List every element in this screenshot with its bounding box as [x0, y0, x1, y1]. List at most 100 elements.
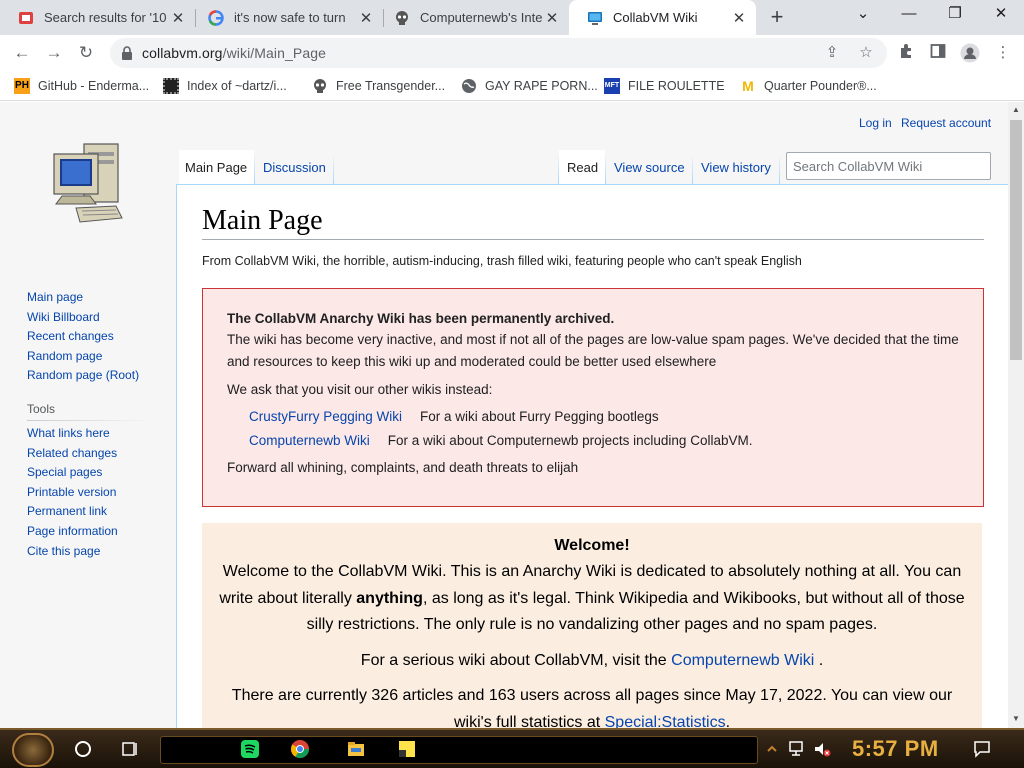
bookmark-label: FILE ROULETTE: [628, 79, 725, 93]
welcome-title: Welcome!: [554, 537, 630, 554]
extensions-icon[interactable]: [896, 43, 916, 63]
tray-overflow-icon[interactable]: [766, 739, 778, 759]
browser-tab[interactable]: Computernewb's Inte ✕: [376, 0, 569, 35]
crustyfurry-wiki-link[interactable]: CrustyFurry Pegging Wiki: [249, 405, 402, 429]
bookmark-item[interactable]: Index of ~dartz/i...: [163, 77, 287, 95]
forward-button[interactable]: →: [43, 42, 65, 64]
sidebar-item-related-changes[interactable]: Related changes: [27, 444, 118, 464]
tab-separator: [779, 154, 780, 184]
share-icon[interactable]: ⇪: [822, 43, 842, 63]
browser-tab[interactable]: it's now safe to turn ✕: [190, 0, 383, 35]
reload-button[interactable]: ↻: [75, 42, 97, 64]
wiki-logo-computer-icon[interactable]: [50, 140, 125, 228]
bookmark-item[interactable]: Free Transgender...: [312, 77, 445, 95]
page-title: Main Page: [202, 205, 984, 240]
computernewb-wiki-link[interactable]: Computernewb Wiki: [671, 652, 814, 669]
welcome-bold-text: anything: [356, 589, 423, 607]
link-description: For a wiki about Computernewb projects i…: [387, 433, 753, 448]
sidebar-item-main-page[interactable]: Main page: [27, 288, 139, 308]
menu-kebab-icon[interactable]: ⋮: [993, 43, 1013, 63]
network-icon[interactable]: [788, 739, 808, 759]
gallery-icon: [19, 11, 33, 24]
tab-title: CollabVM Wiki: [613, 10, 698, 25]
new-tab-button[interactable]: +: [766, 5, 788, 29]
tab-read[interactable]: Read: [559, 150, 605, 184]
statistics-paragraph: There are currently 326 articles and 163…: [218, 683, 966, 728]
login-link[interactable]: Log in: [859, 116, 892, 130]
scroll-up-icon[interactable]: ▲: [1012, 106, 1020, 114]
address-bar[interactable]: collabvm.org/wiki/Main_Page ⇪ ☆: [110, 38, 887, 68]
ph-icon: PH: [14, 78, 30, 94]
welcome-box: Welcome! Welcome to the CollabVM Wiki. T…: [202, 523, 982, 728]
close-tab-icon[interactable]: ✕: [543, 9, 561, 27]
volume-muted-icon[interactable]: [812, 739, 832, 759]
tab-search-button[interactable]: ⌄: [840, 0, 886, 30]
scroll-down-icon[interactable]: ▼: [1012, 715, 1020, 723]
sidebar-item-permanent-link[interactable]: Permanent link: [27, 502, 118, 522]
computernewb-wiki-link[interactable]: Computernewb Wiki: [249, 429, 370, 453]
start-button[interactable]: [12, 733, 54, 767]
bookmark-label: Free Transgender...: [336, 79, 446, 93]
task-view-icon[interactable]: [120, 739, 140, 759]
globe-icon: [462, 79, 476, 93]
bookmark-label: Index of ~dartz/i...: [187, 79, 287, 93]
lock-icon: [122, 46, 132, 60]
url-text: collabvm.org/wiki/Main_Page: [142, 45, 326, 61]
notifications-icon[interactable]: [972, 739, 992, 759]
close-window-button[interactable]: ✕: [978, 0, 1024, 30]
welcome-text: .: [814, 651, 824, 669]
scroll-thumb[interactable]: [1010, 120, 1022, 360]
archive-notice: The CollabVM Anarchy Wiki has been perma…: [202, 288, 984, 507]
cortana-circle-icon[interactable]: [73, 739, 93, 759]
sidebar-item-random-page[interactable]: Random page: [27, 347, 139, 367]
close-tab-icon[interactable]: ✕: [730, 9, 748, 27]
tools-heading: Tools: [27, 402, 56, 416]
special-statistics-link[interactable]: Special:Statistics: [605, 714, 726, 729]
tab-view-history[interactable]: View history: [693, 150, 779, 184]
close-tab-icon[interactable]: ✕: [357, 9, 375, 27]
file-explorer-icon[interactable]: [346, 739, 366, 759]
sidebar-item-random-page-root[interactable]: Random page (Root): [27, 366, 139, 386]
tab-title: Computernewb's Inte: [420, 10, 543, 25]
welcome-text: For a serious wiki about CollabVM, visit…: [360, 651, 672, 669]
sticky-notes-icon[interactable]: [397, 739, 417, 759]
bookmark-item[interactable]: GAY RAPE PORN...: [461, 77, 598, 95]
chip-icon: [163, 78, 179, 94]
close-tab-icon[interactable]: ✕: [169, 9, 187, 27]
minimize-button[interactable]: —: [886, 0, 932, 30]
welcome-text: There are currently 326 articles and 163…: [231, 687, 953, 728]
bookmark-item[interactable]: MFT FILE ROULETTE: [604, 77, 725, 95]
browser-tab-active[interactable]: CollabVM Wiki ✕: [569, 0, 756, 35]
tab-discussion[interactable]: Discussion: [255, 150, 333, 184]
restore-button[interactable]: ❐: [932, 0, 978, 30]
bookmark-star-icon[interactable]: ☆: [856, 43, 876, 63]
bookmark-item[interactable]: PH GitHub - Enderma...: [14, 77, 149, 95]
monitor-icon: [588, 11, 602, 25]
sidebar-item-printable-version[interactable]: Printable version: [27, 483, 118, 503]
sidebar-item-recent-changes[interactable]: Recent changes: [27, 327, 139, 347]
tab-main-page[interactable]: Main Page: [179, 150, 254, 184]
bookmark-item[interactable]: M Quarter Pounder®...: [740, 77, 877, 95]
browser-tab[interactable]: Search results for '10 ✕: [0, 0, 195, 35]
back-button[interactable]: ←: [11, 42, 33, 64]
wiki-link-row: CrustyFurry Pegging Wiki For a wiki abou…: [249, 405, 959, 429]
sidebar-item-page-information[interactable]: Page information: [27, 522, 118, 542]
chrome-icon[interactable]: [290, 739, 310, 759]
sidebar-item-cite-this-page[interactable]: Cite this page: [27, 542, 118, 562]
page-scrollbar[interactable]: ▲ ▼: [1008, 102, 1024, 728]
profile-avatar-icon[interactable]: [960, 43, 980, 63]
sidebar-item-wiki-billboard[interactable]: Wiki Billboard: [27, 308, 139, 328]
tab-view-source[interactable]: View source: [606, 150, 692, 184]
sidebar-item-what-links-here[interactable]: What links here: [27, 424, 118, 444]
main-content: Main Page From CollabVM Wiki, the horrib…: [176, 184, 1008, 728]
url-host: collabvm.org: [142, 45, 223, 61]
taskbar-clock[interactable]: 5:57 PM: [852, 736, 939, 762]
side-panel-icon[interactable]: [928, 43, 948, 63]
sidebar-item-special-pages[interactable]: Special pages: [27, 463, 118, 483]
request-account-link[interactable]: Request account: [901, 116, 991, 130]
serious-wiki-paragraph: For a serious wiki about CollabVM, visit…: [218, 648, 966, 675]
wiki-search-input[interactable]: Search CollabVM Wiki: [786, 152, 991, 180]
spotify-icon[interactable]: [240, 739, 260, 759]
bookmarks-bar: PH GitHub - Enderma... Index of ~dartz/i…: [0, 71, 1024, 101]
welcome-paragraph: Welcome to the CollabVM Wiki. This is an…: [218, 559, 966, 639]
